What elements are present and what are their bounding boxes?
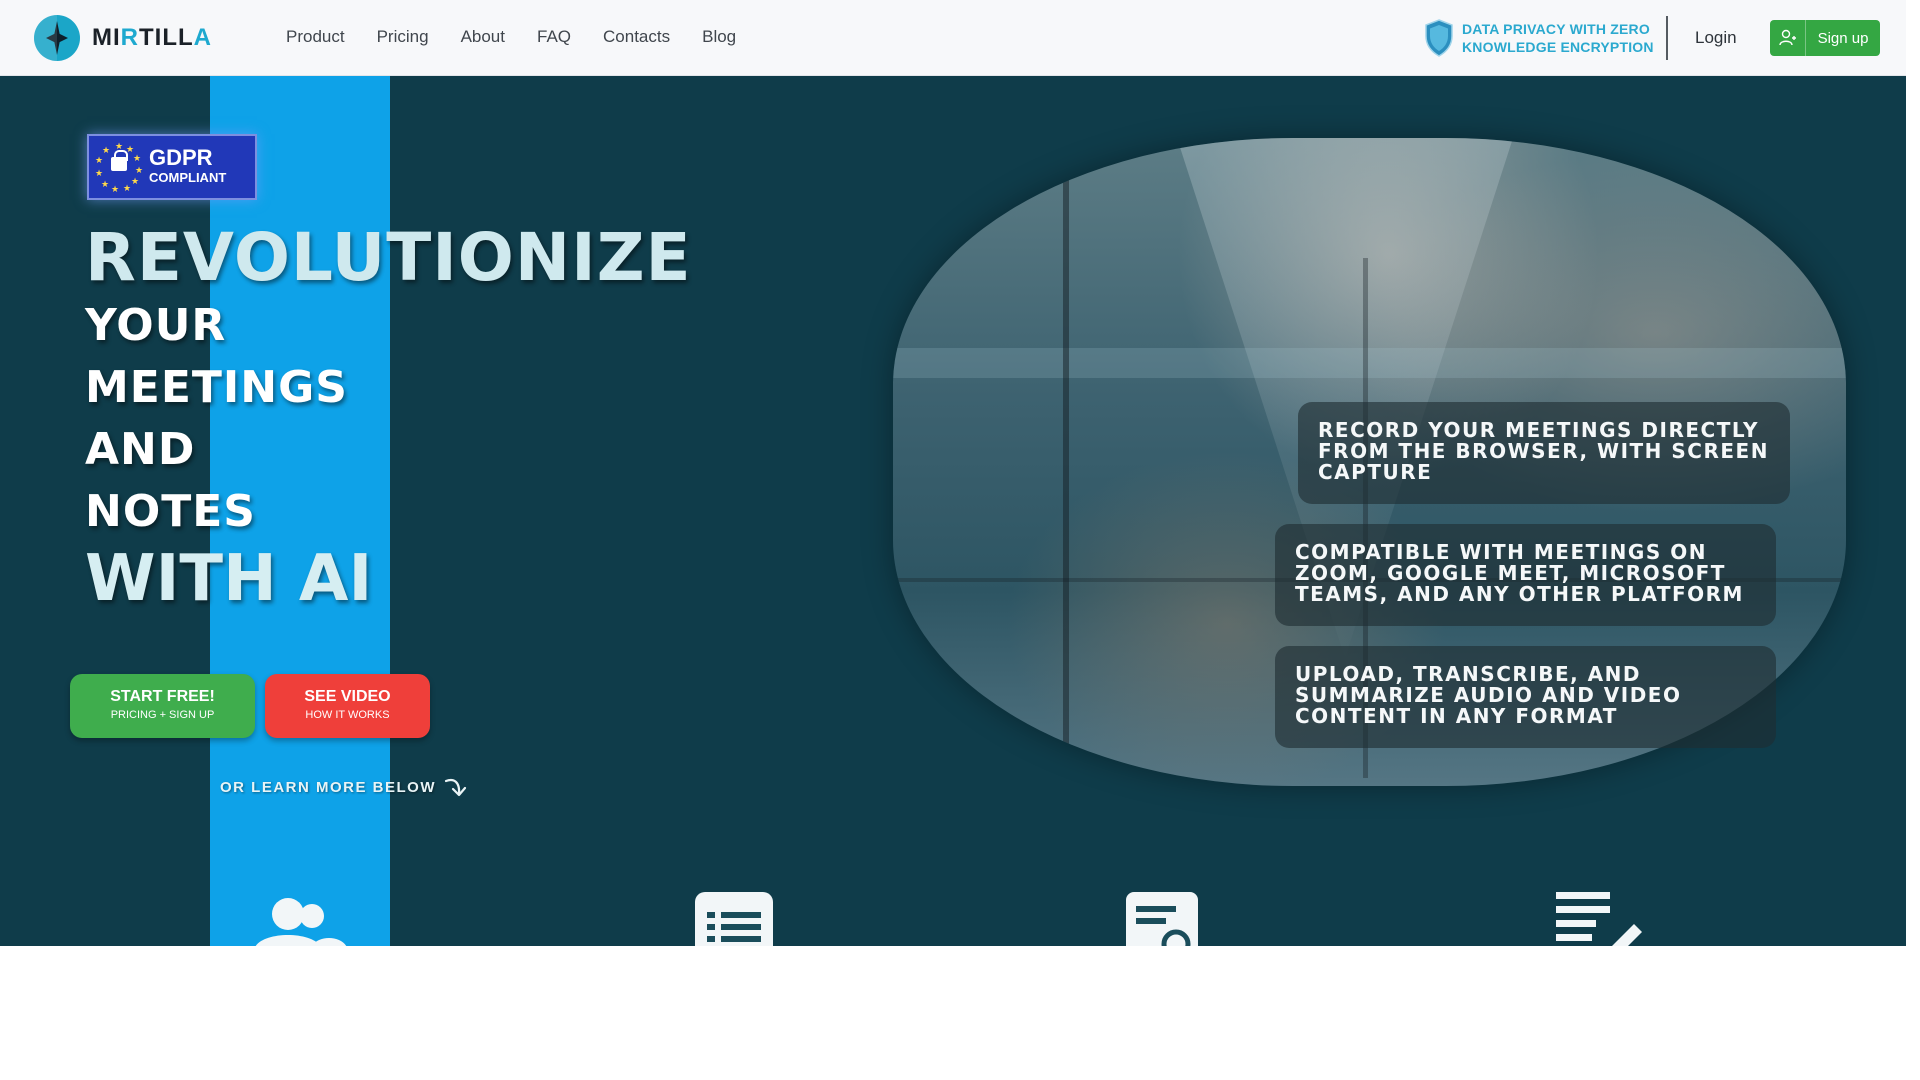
document-search-icon <box>1126 892 1198 946</box>
eu-stars-lock-icon: ★ ★ ★ ★ ★ ★ ★ ★ ★ ★ ★ <box>95 141 144 194</box>
see-video-sublabel: HOW IT WORKS <box>305 709 390 721</box>
learn-more-link[interactable]: OR LEARN MORE BELOW <box>220 776 470 798</box>
start-free-label: START FREE! <box>110 688 215 705</box>
learn-more-label: OR LEARN MORE BELOW <box>220 778 436 796</box>
brand-logo[interactable]: MIRTILLA <box>34 15 212 61</box>
nav-link-about[interactable]: About <box>461 27 505 47</box>
nav-divider <box>1666 16 1668 60</box>
privacy-notice[interactable]: DATA PRIVACY WITH ZERO KNOWLEDGE ENCRYPT… <box>1424 19 1654 57</box>
gdpr-title: GDPR <box>149 145 213 170</box>
shield-icon <box>1425 19 1453 57</box>
login-link[interactable]: Login <box>1695 28 1737 48</box>
user-add-icon <box>1770 20 1806 56</box>
headline-line: YOUR <box>85 300 227 351</box>
edit-notes-icon <box>1556 892 1642 946</box>
privacy-text: DATA PRIVACY WITH ZERO KNOWLEDGE ENCRYPT… <box>1462 21 1654 55</box>
users-icon <box>255 898 347 946</box>
nav-link-pricing[interactable]: Pricing <box>377 27 429 47</box>
start-free-sublabel: PRICING + SIGN UP <box>110 709 215 721</box>
list-icon <box>695 892 773 946</box>
nav-link-faq[interactable]: FAQ <box>537 27 571 47</box>
gdpr-subtitle: COMPLIANT <box>149 170 227 185</box>
hero-section: ★ ★ ★ ★ ★ ★ ★ ★ ★ ★ ★ GDPR COMPLIANT REVOLUTION… <box>0 76 1906 946</box>
feature-card-record: RECORD YOUR MEETINGS DIRECTLY FROM THE B… <box>1298 402 1790 504</box>
headline-line: MEETINGS <box>85 362 348 413</box>
signup-label: Sign up <box>1817 29 1869 47</box>
top-navbar: MIRTILLA Product Pricing About FAQ Conta… <box>0 0 1906 76</box>
nav-link-blog[interactable]: Blog <box>702 27 736 47</box>
main-menu: Product Pricing About FAQ Contacts Blog <box>286 27 768 47</box>
signup-button[interactable]: Sign up <box>1770 20 1880 56</box>
start-free-button[interactable]: START FREE! PRICING + SIGN UP <box>70 674 255 738</box>
feature-card-compatible: COMPATIBLE WITH MEETINGS ON ZOOM, GOOGLE… <box>1275 524 1776 626</box>
browser-viewport: MIRTILLA Product Pricing About FAQ Conta… <box>0 0 1906 946</box>
nav-link-product[interactable]: Product <box>286 27 345 47</box>
headline-line: NOTES <box>85 486 256 537</box>
brand-name: MIRTILLA <box>92 24 213 51</box>
hero-headline: REVOLUTIONIZE YOUR MEETINGS AND NOTES WI… <box>85 219 692 616</box>
curved-arrow-down-icon <box>444 778 467 797</box>
nav-link-contacts[interactable]: Contacts <box>603 27 670 47</box>
feature-card-upload: UPLOAD, TRANSCRIBE, AND SUMMARIZE AUDIO … <box>1275 646 1776 748</box>
headline-line: AND <box>85 424 196 475</box>
see-video-button[interactable]: SEE VIDEO HOW IT WORKS <box>265 674 430 738</box>
gdpr-badge: ★ ★ ★ ★ ★ ★ ★ ★ ★ ★ ★ GDPR COMPLIANT <box>87 134 257 200</box>
star-compass-icon <box>34 15 80 61</box>
headline-line: WITH AI <box>85 542 373 616</box>
see-video-label: SEE VIDEO <box>304 688 391 705</box>
headline-line: REVOLUTIONIZE <box>85 219 692 296</box>
